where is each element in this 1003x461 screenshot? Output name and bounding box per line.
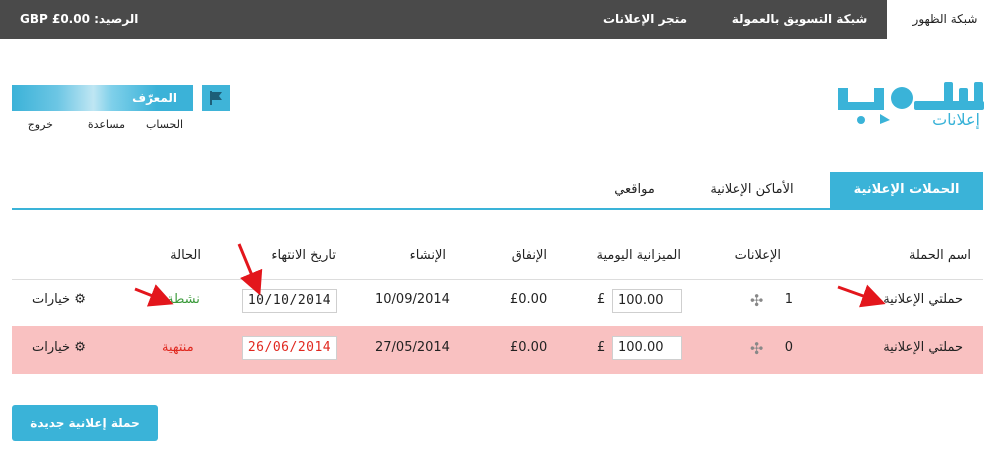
options-link[interactable]: ⚙ خيارات xyxy=(32,340,86,355)
options-label: خيارات xyxy=(32,292,71,307)
add-ad-icon[interactable]: ✣ xyxy=(750,341,763,357)
logout-link[interactable]: خروج xyxy=(28,118,53,131)
ads-count: 0 xyxy=(784,340,793,355)
annotation-arrows xyxy=(134,243,886,308)
tab-ad-placements[interactable]: الأماكن الإعلانية xyxy=(682,172,822,208)
daily-budget-input[interactable]: 100.00 xyxy=(612,336,682,360)
options-link[interactable]: ⚙ خيارات xyxy=(32,292,86,307)
tab-ad-campaigns[interactable]: الحملات الإعلانية xyxy=(830,172,983,208)
table-row: حملتي الإعلانية 0 ✣ 100.00 £ £0.00 27/05… xyxy=(12,326,983,374)
currency-symbol: £ xyxy=(597,340,606,355)
header-campaign-name: اسم الحملة xyxy=(908,248,971,263)
header-created: الإنشاء xyxy=(409,248,446,263)
header-expiry-date: تاريخ الانتهاء xyxy=(271,248,336,263)
campaign-name-link[interactable]: حملتي الإعلانية xyxy=(883,292,963,307)
help-link[interactable]: مساعدة xyxy=(88,118,125,131)
tab-display-network[interactable]: شبكة الظهور xyxy=(887,0,1003,39)
header-ads: الإعلانات xyxy=(734,248,781,263)
tab-my-sites[interactable]: مواقعي xyxy=(587,172,682,208)
new-campaign-button[interactable]: حملة إعلانية جديدة xyxy=(12,405,158,441)
table-row: حملتي الإعلانية 1 ✣ 100.00 £ £0.00 10/09… xyxy=(12,279,983,325)
campaign-name-link[interactable]: حملتي الإعلانية xyxy=(883,340,963,355)
tab-affiliate-network[interactable]: شبكة التسويق بالعمولة xyxy=(727,0,872,39)
account-balance: الرصيد: GBP £0.00 xyxy=(20,12,139,26)
status-badge: نشطة xyxy=(167,292,200,307)
daily-budget-input[interactable]: 100.00 xyxy=(612,289,682,313)
top-navigation-bar: شبكة الظهور شبكة التسويق بالعمولة متجر ا… xyxy=(0,0,1003,39)
section-tabs: الحملات الإعلانية الأماكن الإعلانية مواق… xyxy=(12,172,983,210)
flag-icon xyxy=(210,91,222,105)
expiry-date-input[interactable]: 26/06/2014 xyxy=(242,336,337,360)
header-spend: الإنفاق xyxy=(511,248,547,263)
status-badge: منتهية xyxy=(162,340,194,355)
account-link[interactable]: الحساب xyxy=(146,118,183,131)
created-date: 27/05/2014 xyxy=(375,340,450,355)
expiry-date-input[interactable]: 10/10/2014 xyxy=(242,289,337,313)
created-date: 10/09/2014 xyxy=(375,292,450,307)
gear-icon: ⚙ xyxy=(74,292,86,307)
header-daily-budget: الميزانية اليومية xyxy=(596,248,681,263)
header-status: الحالة xyxy=(170,248,201,263)
gear-icon: ⚙ xyxy=(74,340,86,355)
logo-subtitle: إعلانات xyxy=(932,110,980,129)
spend-value: £0.00 xyxy=(510,292,548,307)
user-id-bar[interactable]: المعرّف xyxy=(12,85,193,111)
options-label: خيارات xyxy=(32,340,71,355)
add-ad-icon[interactable]: ✣ xyxy=(750,293,763,309)
flag-button[interactable] xyxy=(202,85,230,111)
currency-symbol: £ xyxy=(597,292,606,307)
tab-ad-store[interactable]: متجر الإعلانات xyxy=(595,0,695,39)
ads-count: 1 xyxy=(784,292,793,307)
user-id-label: المعرّف xyxy=(132,91,177,105)
spend-value: £0.00 xyxy=(510,340,548,355)
